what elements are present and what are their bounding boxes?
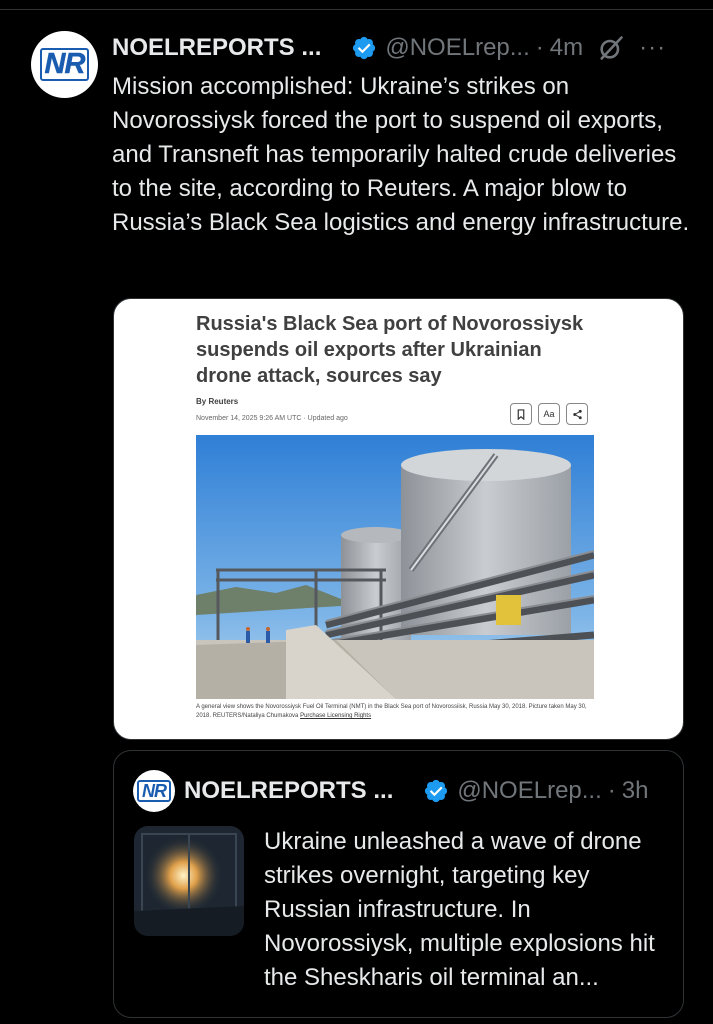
grok-icon[interactable] bbox=[597, 34, 625, 62]
photo-caption: A general view shows the Novorossiysk Fu… bbox=[196, 703, 596, 721]
verified-badge-icon bbox=[353, 36, 376, 60]
quoted-thumbnail[interactable] bbox=[134, 826, 244, 936]
article-tools: Aa bbox=[510, 403, 588, 425]
article-dateline: November 14, 2025 9:26 AM UTC · Updated … bbox=[196, 415, 348, 422]
quoted-verified-badge-icon bbox=[425, 779, 448, 803]
quoted-tweet-text: Ukraine unleashed a wave of drone strike… bbox=[264, 828, 655, 991]
share-icon bbox=[566, 403, 588, 425]
quoted-avatar[interactable]: NR bbox=[133, 770, 175, 812]
quoted-tweet-header: NOELREPORTS ... @NOELrep... · 3h bbox=[184, 773, 663, 809]
quoted-separator-dot: · bbox=[607, 777, 616, 804]
quoted-tweet[interactable]: NR NOELREPORTS ... @NOELrep... · 3h Ukra… bbox=[113, 750, 684, 1018]
top-divider bbox=[0, 9, 713, 10]
quoted-timestamp[interactable]: 3h bbox=[622, 777, 649, 805]
article-byline: By Reuters bbox=[196, 397, 239, 406]
tweet-header: NOELREPORTS ... @NOELrep... · 4m ··· bbox=[112, 30, 683, 66]
more-options-icon[interactable]: ··· bbox=[639, 34, 666, 62]
quoted-avatar-text: NR bbox=[137, 780, 171, 802]
author-name[interactable]: NOELREPORTS ... bbox=[112, 34, 321, 62]
author-handle[interactable]: @NOELrep... bbox=[385, 34, 529, 62]
quoted-author-name[interactable]: NOELREPORTS ... bbox=[184, 777, 393, 805]
nr-logo: NR bbox=[39, 48, 90, 81]
avatar-text: NR bbox=[39, 48, 90, 81]
caption-text: A general view shows the Novorossiysk Fu… bbox=[196, 704, 587, 719]
article-title: Russia's Black Sea port of Novorossiysk … bbox=[196, 313, 584, 387]
oil-terminal-photo bbox=[196, 435, 594, 699]
quoted-nr-logo: NR bbox=[137, 780, 171, 802]
quoted-author-handle[interactable]: @NOELrep... bbox=[457, 777, 601, 805]
bookmark-icon bbox=[510, 403, 532, 425]
tweet-text: Mission accomplished: Ukraine’s strikes … bbox=[112, 73, 690, 236]
timestamp[interactable]: 4m bbox=[550, 34, 583, 62]
separator-dot: · bbox=[535, 34, 544, 61]
attached-image-card[interactable]: Russia's Black Sea port of Novorossiysk … bbox=[113, 298, 684, 740]
text-size-icon: Aa bbox=[538, 403, 560, 425]
licensing-link[interactable]: Purchase Licensing Rights bbox=[300, 713, 371, 719]
avatar[interactable]: NR bbox=[31, 31, 98, 98]
